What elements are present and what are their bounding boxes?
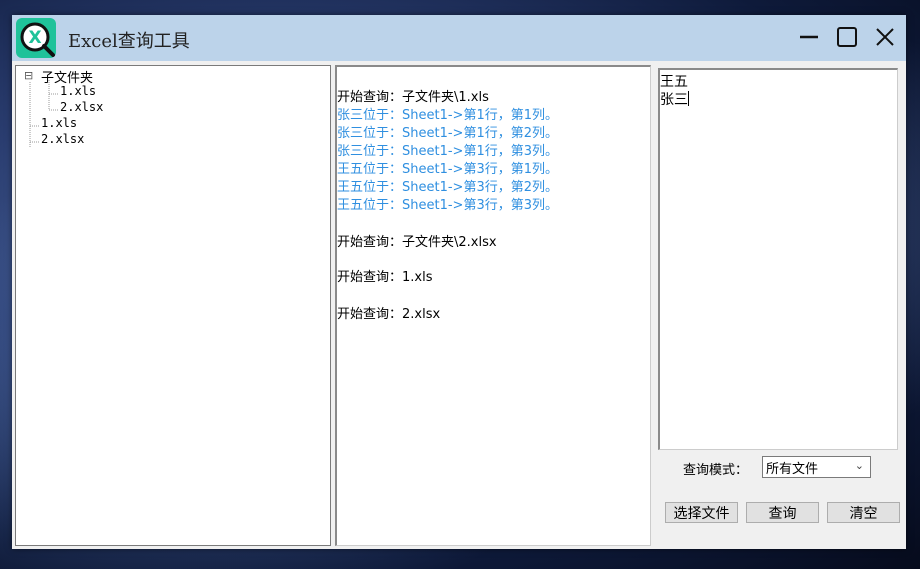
title-bar[interactable]: X Excel查询工具 xyxy=(12,15,906,61)
log-line: 王五位于：Sheet1->第3行，第2列。 xyxy=(337,180,558,195)
excel-app-icon: X xyxy=(16,18,56,58)
tree-item-file-2[interactable]: 2.xlsx xyxy=(41,132,84,146)
log-line: 开始查询：1.xls xyxy=(337,270,433,285)
mode-select[interactable]: 所有文件 ⌄ xyxy=(762,456,871,478)
log-line: 张三位于：Sheet1->第1行，第1列。 xyxy=(337,108,558,123)
name-line: 王五 xyxy=(660,74,688,90)
close-icon[interactable] xyxy=(872,24,898,50)
text-caret xyxy=(688,91,689,106)
log-line: 开始查询：子文件夹\2.xlsx xyxy=(337,235,497,250)
file-tree[interactable]: ⊟ 子文件夹 1.xls 2.xlsx 1.xls 2.xlsx xyxy=(15,65,331,546)
clear-button[interactable]: 清空 xyxy=(827,502,900,523)
tree-expand-toggle[interactable]: ⊟ xyxy=(24,69,34,82)
svg-text:X: X xyxy=(28,28,41,48)
app-window: X Excel查询工具 ⊟ 子文件夹 1.xls 2.xlsx 1.xls 2.… xyxy=(12,15,906,549)
log-line: 王五位于：Sheet1->第3行，第3列。 xyxy=(337,198,558,213)
log-line: 开始查询：子文件夹\1.xls xyxy=(337,90,489,105)
log-line: 王五位于：Sheet1->第3行，第1列。 xyxy=(337,162,558,177)
name-line-active: 张三 xyxy=(660,89,689,109)
mode-label: 查询模式： xyxy=(683,463,749,478)
window-title: Excel查询工具 xyxy=(68,31,190,52)
name-line-text: 张三 xyxy=(660,92,688,108)
query-log[interactable]: 开始查询：子文件夹\1.xls 张三位于：Sheet1->第1行，第1列。 张三… xyxy=(335,65,651,546)
log-line: 张三位于：Sheet1->第1行，第2列。 xyxy=(337,126,558,141)
query-button[interactable]: 查询 xyxy=(746,502,819,523)
maximize-icon[interactable] xyxy=(834,24,860,50)
tree-item-file-1[interactable]: 1.xls xyxy=(41,116,77,130)
tree-item-folder-file-2[interactable]: 2.xlsx xyxy=(60,100,103,114)
log-line: 张三位于：Sheet1->第1行，第3列。 xyxy=(337,144,558,159)
chevron-down-icon: ⌄ xyxy=(854,459,864,472)
mode-select-value: 所有文件 xyxy=(766,462,819,477)
log-line: 开始查询：2.xlsx xyxy=(337,307,441,322)
names-input[interactable]: 王五 张三 xyxy=(658,68,898,450)
choose-file-button[interactable]: 选择文件 xyxy=(665,502,738,523)
tree-item-folder-file-1[interactable]: 1.xls xyxy=(60,84,96,98)
minimize-icon[interactable] xyxy=(796,24,822,50)
